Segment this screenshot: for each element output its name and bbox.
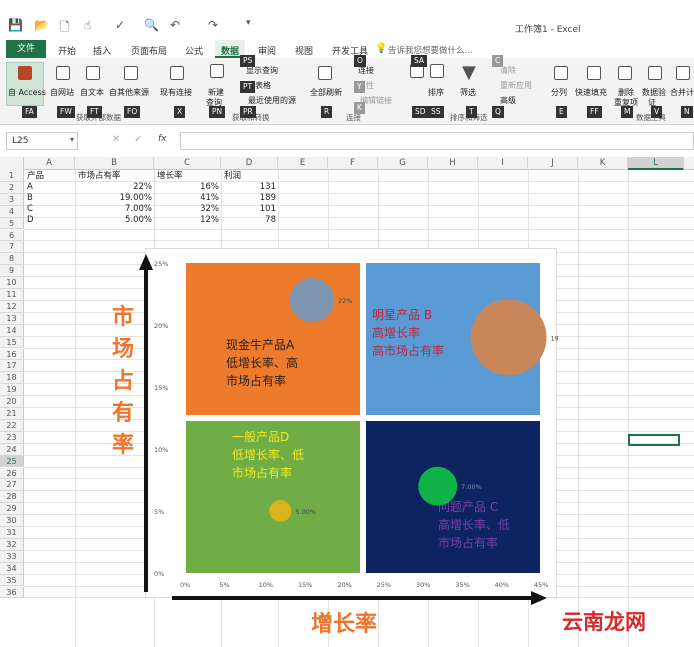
- watermark-logo: 云南龙网: [562, 609, 646, 634]
- y-axis-label-char: 有: [111, 401, 134, 426]
- y-axis-label-char: 率: [111, 433, 134, 458]
- y-axis-label-char: 占: [111, 369, 134, 394]
- y-axis-label-char: 场: [111, 337, 134, 362]
- vertical-arrow-head: [139, 254, 153, 270]
- y-axis-label-char: 市: [111, 305, 134, 330]
- annotation-arrows: [139, 254, 547, 605]
- y-axis-label: 市场占有率: [108, 302, 138, 462]
- x-axis-label: 增长率: [311, 612, 378, 637]
- horizontal-arrow-head: [531, 591, 547, 605]
